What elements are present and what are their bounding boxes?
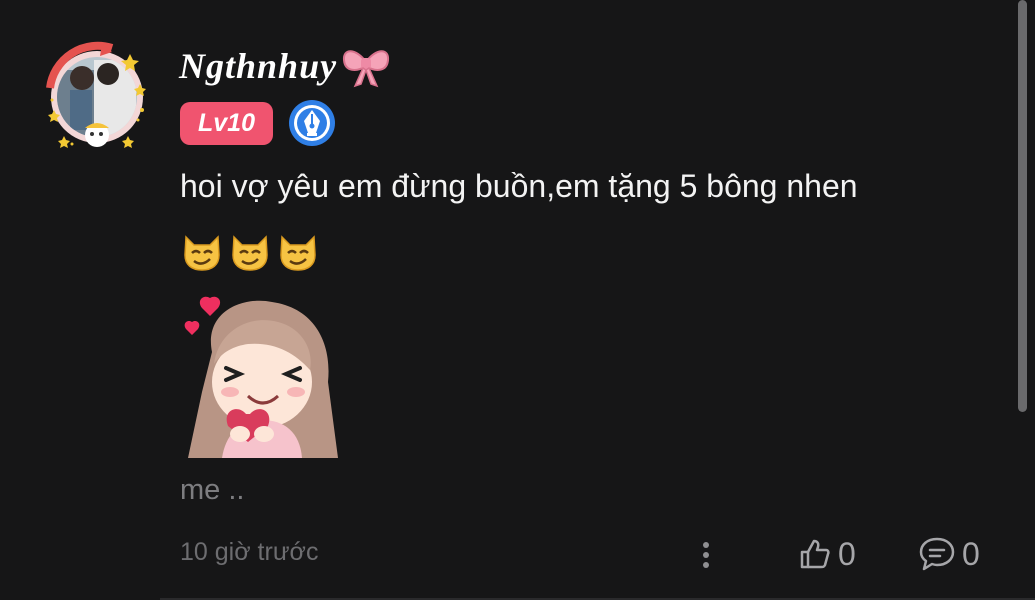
like-count: 0 bbox=[838, 535, 856, 572]
thumbs-up-icon bbox=[800, 539, 830, 569]
emoji-row bbox=[182, 229, 318, 273]
smirking-cat-icon bbox=[184, 235, 220, 271]
more-vertical-icon bbox=[703, 542, 709, 548]
girl-holding-heart-sticker[interactable] bbox=[182, 292, 342, 458]
avatar[interactable] bbox=[42, 40, 152, 152]
avatar-image bbox=[46, 41, 146, 148]
smirking-cat-icon bbox=[232, 235, 268, 271]
scrollbar[interactable] bbox=[1018, 0, 1027, 412]
comment-caption: me .. bbox=[180, 474, 245, 506]
reply-button[interactable]: 0 bbox=[918, 532, 980, 576]
timestamp: 10 giờ trước bbox=[180, 538, 319, 566]
like-button[interactable]: 0 bbox=[798, 532, 856, 576]
smirking-cat-icon bbox=[280, 235, 316, 271]
more-options-button[interactable] bbox=[694, 538, 718, 572]
pen-nib-badge-icon[interactable] bbox=[288, 99, 336, 147]
speech-bubble-icon bbox=[919, 537, 955, 571]
username-row[interactable]: Ngthnhuy bbox=[179, 40, 391, 92]
reply-count: 0 bbox=[962, 535, 980, 572]
comment-text: hoi vợ yêu em đừng buồn,em tặng 5 bông n… bbox=[180, 168, 858, 204]
username[interactable]: Ngthnhuy bbox=[179, 45, 337, 87]
level-badge: Lv10 bbox=[180, 102, 273, 145]
pink-bow-icon bbox=[343, 50, 390, 88]
